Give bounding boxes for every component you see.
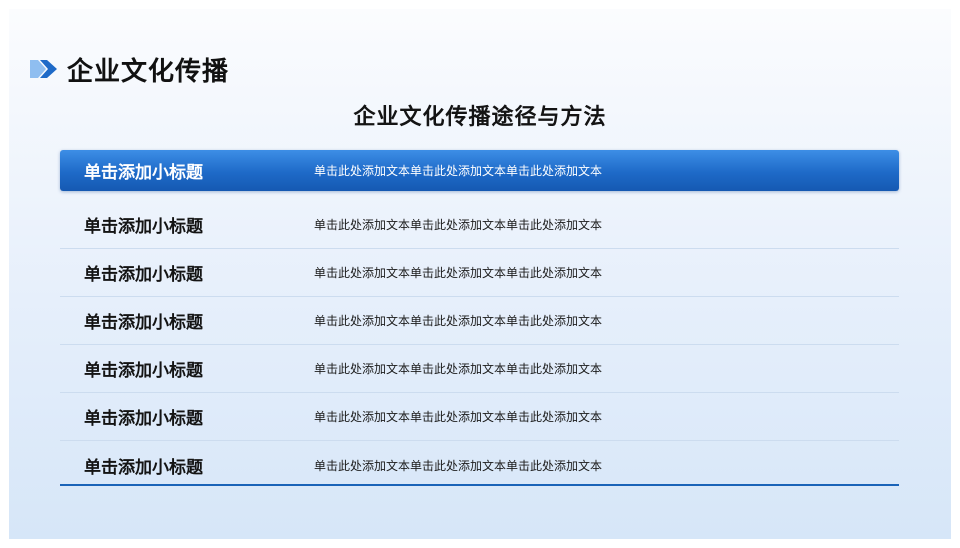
content-table: 单击添加小标题 单击此处添加文本单击此处添加文本单击此处添加文本 单击添加小标题… [60, 150, 899, 486]
row-subtitle: 单击添加小标题 [84, 409, 203, 429]
row-subtitle: 单击添加小标题 [84, 457, 203, 478]
row-text: 单击此处添加文本单击此处添加文本单击此处添加文本 [314, 314, 603, 328]
row-text: 单击此处添加文本单击此处添加文本单击此处添加文本 [314, 458, 603, 473]
table-row: 单击添加小标题 单击此处添加文本单击此处添加文本单击此处添加文本 [60, 249, 899, 297]
row-subtitle: 单击添加小标题 [84, 217, 203, 237]
table-row: 单击添加小标题 单击此处添加文本单击此处添加文本单击此处添加文本 [60, 297, 899, 345]
row-text: 单击此处添加文本单击此处添加文本单击此处添加文本 [314, 362, 603, 376]
row-text: 单击此处添加文本单击此处添加文本单击此处添加文本 [314, 164, 603, 178]
row-subtitle: 单击添加小标题 [84, 361, 203, 381]
row-text: 单击此处添加文本单击此处添加文本单击此处添加文本 [314, 266, 603, 280]
row-subtitle: 单击添加小标题 [84, 163, 203, 183]
row-subtitle: 单击添加小标题 [84, 313, 203, 333]
row-text: 单击此处添加文本单击此处添加文本单击此处添加文本 [314, 218, 603, 232]
row-subtitle: 单击添加小标题 [84, 265, 203, 285]
slide-header: 企业文化传播 [29, 51, 229, 87]
table-row: 单击添加小标题 单击此处添加文本单击此处添加文本单击此处添加文本 [60, 393, 899, 441]
header-title: 企业文化传播 [67, 56, 230, 87]
chevron-double-right-icon [30, 60, 57, 78]
page-title: 企业文化传播途径与方法 [353, 105, 607, 130]
table-row: 单击添加小标题 单击此处添加文本单击此处添加文本单击此处添加文本 [60, 201, 899, 249]
row-text: 单击此处添加文本单击此处添加文本单击此处添加文本 [314, 410, 603, 424]
slide: 企业文化传播 企业文化传播途径与方法 单击添加小标题 单击此处添加文本单击此处添… [9, 9, 951, 539]
table-row: 单击添加小标题 单击此处添加文本单击此处添加文本单击此处添加文本 [60, 441, 899, 489]
table-row-highlighted: 单击添加小标题 单击此处添加文本单击此处添加文本单击此处添加文本 [60, 150, 899, 191]
table-row: 单击添加小标题 单击此处添加文本单击此处添加文本单击此处添加文本 [60, 345, 899, 393]
